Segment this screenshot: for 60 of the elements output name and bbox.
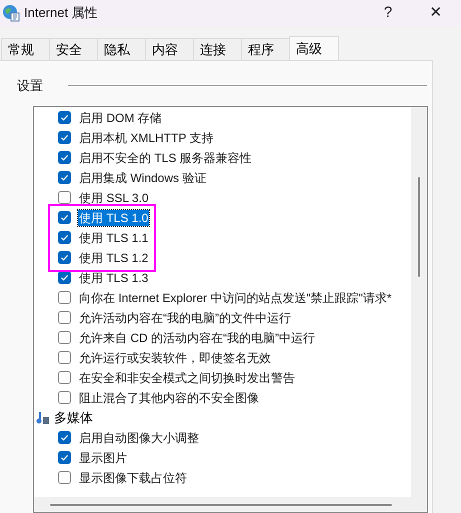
checkmark-icon — [60, 433, 69, 442]
option-label[interactable]: 使用 SSL 3.0 — [78, 190, 150, 206]
checkmark-icon — [60, 173, 69, 182]
option-label[interactable]: 启用本机 XMLHTTP 支持 — [78, 130, 214, 146]
option-label[interactable]: 使用 TLS 1.2 — [78, 250, 150, 266]
option-label[interactable]: 在安全和非安全模式之间切换时发出警告 — [78, 370, 296, 386]
group-label: 设置 — [17, 77, 43, 95]
checkbox[interactable] — [58, 471, 71, 484]
checkbox[interactable] — [58, 331, 71, 344]
checkbox[interactable] — [58, 311, 71, 324]
checkbox[interactable] — [58, 131, 71, 144]
tab[interactable]: 内容 — [145, 38, 193, 60]
help-button[interactable]: ? — [365, 0, 411, 26]
checkbox[interactable] — [58, 291, 71, 304]
tab[interactable]: 程序 — [241, 38, 289, 60]
checkmark-icon — [60, 273, 69, 282]
checkbox[interactable] — [58, 431, 71, 444]
checkmark-icon — [60, 233, 69, 242]
checkbox[interactable] — [58, 371, 71, 384]
tab[interactable]: 高级 — [289, 36, 339, 60]
close-button[interactable]: ✕ — [411, 0, 461, 26]
checkmark-icon — [60, 113, 69, 122]
tab[interactable]: 常规 — [1, 38, 49, 60]
checkmark-icon — [60, 213, 69, 222]
checkbox[interactable] — [58, 271, 71, 284]
checkmark-icon — [60, 453, 69, 462]
category-label: 多媒体 — [54, 408, 93, 427]
option-label[interactable]: 启用不安全的 TLS 服务器兼容性 — [78, 150, 253, 166]
checkbox[interactable] — [58, 191, 71, 204]
tab[interactable]: 隐私 — [97, 38, 145, 60]
tab[interactable]: 连接 — [193, 38, 241, 60]
checkbox[interactable] — [58, 251, 71, 264]
option-label[interactable]: 允许运行或安装软件，即使签名无效 — [78, 350, 272, 366]
media-category-icon — [36, 410, 50, 424]
checkmark-icon — [60, 253, 69, 262]
option-label[interactable]: 允许活动内容在“我的电脑”的文件中运行 — [78, 310, 292, 326]
option-label[interactable]: 启用自动图像大小调整 — [78, 430, 200, 446]
tab[interactable]: 安全 — [49, 38, 97, 60]
globe-settings-icon — [2, 4, 20, 22]
option-label[interactable]: 使用 TLS 1.3 — [78, 270, 150, 286]
checkbox[interactable] — [58, 231, 71, 244]
checkmark-icon — [60, 133, 69, 142]
option-label[interactable]: 向你在 Internet Explorer 中访问的站点发送"禁止跟踪"请求* — [78, 290, 393, 306]
option-label[interactable]: 显示图片 — [78, 450, 128, 466]
checkbox[interactable] — [58, 451, 71, 464]
option-label[interactable]: 启用集成 Windows 验证 — [78, 170, 208, 186]
checkmark-icon — [60, 153, 69, 162]
checkbox[interactable] — [58, 151, 71, 164]
option-label[interactable]: 启用 DOM 存储 — [78, 110, 163, 126]
window-title: Internet 属性 — [24, 4, 98, 22]
checkbox[interactable] — [58, 391, 71, 404]
checkbox[interactable] — [58, 211, 71, 224]
option-label[interactable]: 显示图像下载占位符 — [78, 470, 188, 486]
checkbox[interactable] — [58, 171, 71, 184]
option-label[interactable]: 使用 TLS 1.1 — [78, 230, 150, 246]
checkbox[interactable] — [58, 111, 71, 124]
option-label[interactable]: 使用 TLS 1.0 — [78, 210, 150, 226]
checkbox[interactable] — [58, 351, 71, 364]
option-label[interactable]: 阻止混合了其他内容的不安全图像 — [78, 390, 260, 406]
option-label[interactable]: 允许来自 CD 的活动内容在“我的电脑”中运行 — [78, 330, 316, 346]
